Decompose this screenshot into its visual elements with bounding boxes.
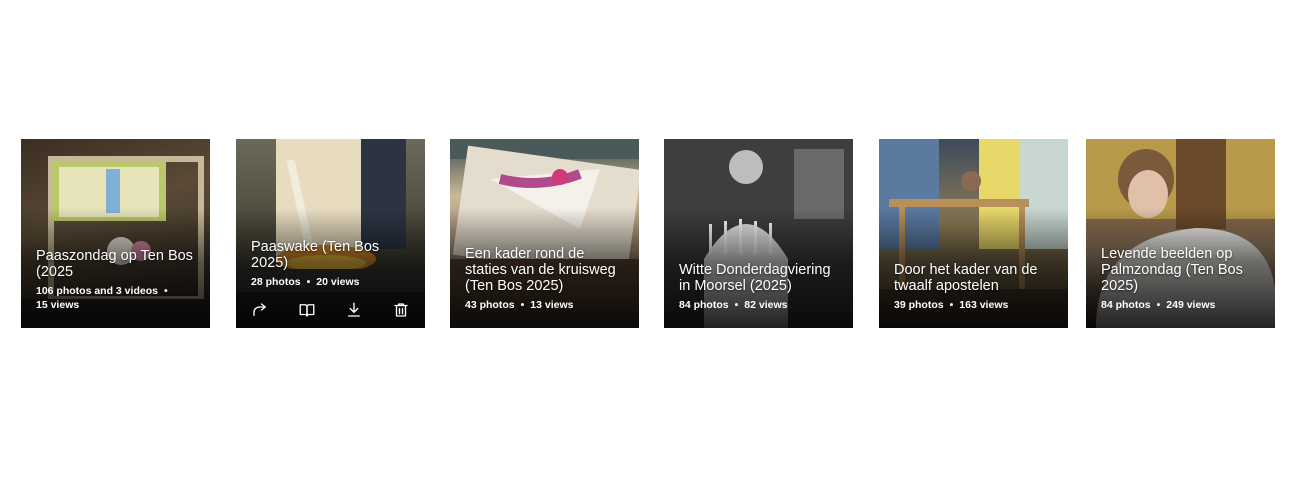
album-info: Paaswake (Ten Bos 2025) 28 photos • 20 vie… [251,239,413,289]
separator: • [306,276,311,288]
album-photo-count: 84 photos [679,299,729,311]
album-photo-count: 28 photos [251,276,301,288]
album-photo-count: 43 photos [465,299,515,311]
share-icon[interactable] [249,299,271,321]
album-view-count: 15 views [36,299,80,311]
album-view-count: 20 views [316,276,360,288]
separator: • [163,285,168,297]
album-actions-bar [236,292,425,328]
album-stats: 39 photos • 163 views [894,298,1056,312]
album-info: Witte Donderdagviering in Moorsel (2025)… [679,262,841,312]
separator: • [949,299,954,311]
album-title[interactable]: Paaszondag op Ten Bos (2025 [36,248,198,280]
album-photo-count: 39 photos [894,299,944,311]
album-view-count: 163 views [959,299,1009,311]
album-info: Door het kader van de twaalf apostelen 3… [894,262,1056,312]
album-title[interactable]: Levende beelden op Palmzondag (Ten Bos 2… [1101,246,1263,294]
album-card[interactable]: Een kader rond de staties van de kruiswe… [450,139,639,328]
album-title[interactable]: Een kader rond de staties van de kruiswe… [465,246,627,294]
album-stats: 43 photos • 13 views [465,298,627,312]
album-title[interactable]: Paaswake (Ten Bos 2025) [251,239,413,271]
album-stats: 84 photos • 249 views [1101,298,1263,312]
album-info: Een kader rond de staties van de kruiswe… [465,246,627,312]
album-photo-count: 84 photos [1101,299,1151,311]
album-card[interactable]: Door het kader van de twaalf apostelen 3… [879,139,1068,328]
album-card[interactable]: Paaszondag op Ten Bos (2025 106 photos a… [21,139,210,328]
album-card[interactable]: Witte Donderdagviering in Moorsel (2025)… [664,139,853,328]
separator: • [734,299,739,311]
separator: • [1156,299,1161,311]
album-card[interactable]: Paaswake (Ten Bos 2025) 28 photos • 20 vie… [236,139,425,328]
trash-icon[interactable] [390,299,412,321]
book-icon[interactable] [296,299,318,321]
album-title[interactable]: Witte Donderdagviering in Moorsel (2025) [679,262,841,294]
album-title[interactable]: Door het kader van de twaalf apostelen [894,262,1056,294]
album-stats: 106 photos and 3 videos • 15 views [36,284,198,312]
album-view-count: 249 views [1166,299,1216,311]
album-view-count: 82 views [744,299,788,311]
download-icon[interactable] [343,299,365,321]
album-card[interactable]: Levende beelden op Palmzondag (Ten Bos 2… [1086,139,1275,328]
album-info: Levende beelden op Palmzondag (Ten Bos 2… [1101,246,1263,312]
album-stats: 28 photos • 20 views [251,275,413,289]
album-photo-count: 106 photos and 3 videos [36,285,158,297]
separator: • [520,299,525,311]
album-view-count: 13 views [530,299,574,311]
album-stats: 84 photos • 82 views [679,298,841,312]
album-info: Paaszondag op Ten Bos (2025 106 photos a… [36,248,198,312]
